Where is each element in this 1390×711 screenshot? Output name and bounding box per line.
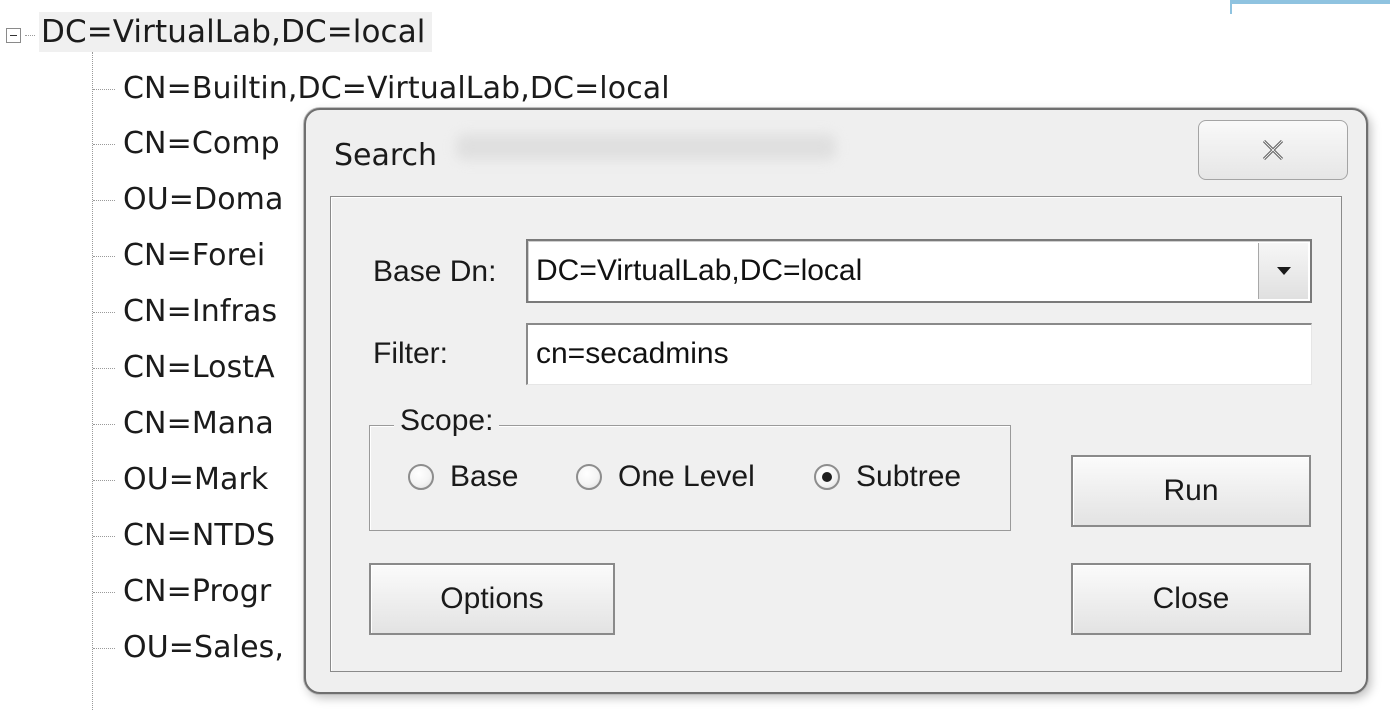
- tree-node-label[interactable]: CN=Comp: [123, 121, 280, 167]
- tree-node[interactable]: CN=Comp: [93, 121, 280, 167]
- scope-one-level-label[interactable]: One Level: [618, 460, 755, 494]
- tree-node[interactable]: CN=LostA: [93, 345, 275, 391]
- close-dialog-button[interactable]: [1198, 120, 1348, 180]
- tree-root-node[interactable]: DC=VirtualLab,DC=local: [6, 8, 432, 56]
- base-dn-combobox[interactable]: DC=VirtualLab,DC=local: [526, 239, 1312, 303]
- tree-connector: [93, 647, 115, 649]
- tree-connector: [93, 88, 115, 90]
- dialog-content-panel: Base Dn: DC=VirtualLab,DC=local Filter: …: [330, 196, 1342, 672]
- radio-checked-icon[interactable]: [814, 464, 840, 490]
- tree-connector: [93, 367, 115, 369]
- tree-node[interactable]: OU=Sales,: [93, 625, 284, 671]
- tree-connector: [93, 423, 115, 425]
- dialog-title: Search: [334, 138, 438, 173]
- scope-legend: Scope:: [394, 404, 500, 438]
- options-button[interactable]: Options: [369, 563, 615, 635]
- scope-groupbox: Scope: Base One Level Subtree: [369, 404, 1011, 531]
- tree-node[interactable]: OU=Doma: [93, 177, 283, 223]
- base-dn-label: Base Dn:: [373, 255, 497, 288]
- tree-node[interactable]: CN=Forei: [93, 233, 265, 279]
- tree-node-label[interactable]: CN=Builtin,DC=VirtualLab,DC=local: [123, 66, 670, 112]
- tree-node[interactable]: OU=Mark: [93, 457, 268, 503]
- collapse-icon[interactable]: [6, 27, 21, 43]
- tree-node-label[interactable]: CN=Mana: [123, 401, 274, 447]
- tree-connector: [93, 199, 115, 201]
- scope-base-radio[interactable]: Base: [408, 460, 518, 494]
- filter-input[interactable]: cn=secadmins: [526, 323, 1312, 385]
- tree-node[interactable]: CN=Mana: [93, 401, 274, 447]
- scope-subtree-radio[interactable]: Subtree: [814, 460, 961, 494]
- run-button[interactable]: Run: [1071, 455, 1311, 527]
- tree-node[interactable]: CN=Builtin,DC=VirtualLab,DC=local: [93, 66, 670, 112]
- tree-connector: [93, 535, 115, 537]
- scope-one-level-radio[interactable]: One Level: [576, 460, 755, 494]
- radio-unchecked-icon[interactable]: [576, 464, 602, 490]
- dropdown-arrow-icon: [1276, 267, 1291, 275]
- tree-connector: [25, 34, 35, 36]
- tree-node-label[interactable]: OU=Sales,: [123, 625, 284, 671]
- tree-connector: [93, 311, 115, 313]
- scope-base-label[interactable]: Base: [450, 460, 518, 494]
- base-dn-dropdown-button[interactable]: [1258, 243, 1308, 299]
- blurred-background-text: [456, 128, 876, 168]
- tree-connector: [93, 255, 115, 257]
- tree-node[interactable]: CN=Infras: [93, 289, 277, 335]
- tree-connector: [93, 479, 115, 481]
- search-dialog: Search Base Dn: DC=VirtualLab,DC=local F…: [304, 108, 1368, 694]
- app-window: DC=VirtualLab,DC=local CN=Builtin,DC=Vir…: [0, 0, 1390, 711]
- radio-unchecked-icon[interactable]: [408, 464, 434, 490]
- scope-subtree-label[interactable]: Subtree: [856, 460, 961, 494]
- filter-label: Filter:: [373, 337, 448, 370]
- close-x-icon: [1262, 139, 1284, 161]
- tree-node-label[interactable]: CN=LostA: [123, 345, 275, 391]
- tree-node[interactable]: CN=NTDS: [93, 513, 275, 559]
- tree-node-label[interactable]: CN=NTDS: [123, 513, 275, 559]
- tree-node[interactable]: CN=Progr: [93, 569, 271, 615]
- tree-connector: [93, 591, 115, 593]
- tree-root-label[interactable]: DC=VirtualLab,DC=local: [39, 12, 432, 52]
- tree-node-label[interactable]: CN=Infras: [123, 289, 277, 335]
- close-button[interactable]: Close: [1071, 563, 1311, 635]
- tree-connector: [93, 143, 115, 145]
- tree-node-label[interactable]: OU=Mark: [123, 457, 268, 503]
- tree-node-label[interactable]: CN=Forei: [123, 233, 265, 279]
- tree-node-label[interactable]: OU=Doma: [123, 177, 283, 223]
- tree-node-label[interactable]: CN=Progr: [123, 569, 271, 615]
- base-dn-value[interactable]: DC=VirtualLab,DC=local: [536, 241, 862, 301]
